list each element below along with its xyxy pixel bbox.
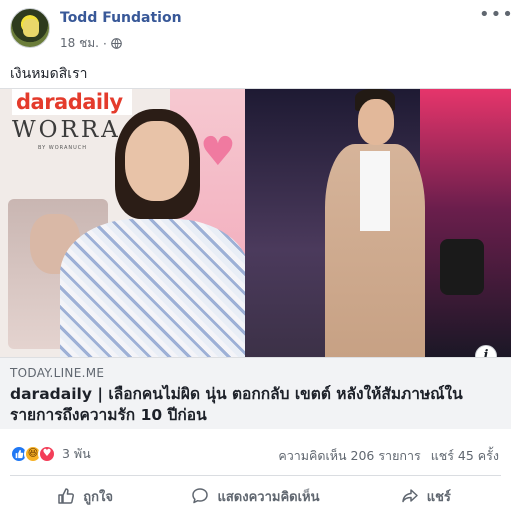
man-figure [320,89,430,357]
link-info-box[interactable]: TODAY.LINE.ME daradaily | เลือกคนไม่ผิด … [0,357,511,429]
backdrop-brand-text: WORRA [12,117,121,143]
link-preview[interactable]: ♥ ❋ daradaily WORRA BY WORANUCH i [0,88,511,429]
backdrop-brand-subtext: BY WORANUCH [38,145,88,151]
author-avatar[interactable] [10,8,50,48]
man-head [358,99,394,145]
link-headline[interactable]: daradaily | เลือกคนไม่ผิด นุ่น ตอกกลับ เ… [10,384,501,426]
link-preview-image[interactable]: ♥ ❋ daradaily WORRA BY WORANUCH [0,89,511,357]
stage-spotlight [440,239,484,295]
share-button-label: แชร์ [426,489,451,505]
reactions-summary[interactable]: 😆 ♥ 3 พัน [10,444,91,464]
like-button[interactable]: ถูกใจ [0,478,170,514]
author-name[interactable]: Todd Fundation [60,10,182,26]
meta-separator: · [102,36,107,51]
actions-divider [10,475,501,476]
love-reaction-icon: ♥ [38,445,56,463]
daradaily-logo: daradaily [12,89,132,115]
woman-head [125,121,189,201]
share-icon [401,489,418,503]
post-time[interactable]: 18 ชม. [60,34,99,53]
more-options-button[interactable]: ••• [479,6,511,28]
share-button[interactable]: แชร์ [341,478,511,514]
comment-button-label: แสดงความคิดเห็น [217,489,320,505]
like-button-label: ถูกใจ [83,489,114,505]
comment-button[interactable]: แสดงความคิดเห็น [170,478,340,514]
avatar-face [23,19,39,37]
engagement-stats: ความคิดเห็น 206 รายการ แชร์ 45 ครั้ง [278,446,499,466]
facebook-post: Todd Fundation 18 ชม. · ••• เงินหมดสิเรา… [0,0,511,517]
stage-lights [420,89,511,357]
share-count[interactable]: แชร์ 45 ครั้ง [431,446,499,466]
thumbs-up-icon [58,488,75,504]
comment-count[interactable]: ความคิดเห็น 206 รายการ [278,446,420,466]
globe-icon[interactable] [110,38,122,49]
comment-icon [192,488,209,504]
man-shirt [360,151,390,231]
woman-figure [60,109,250,357]
link-domain: TODAY.LINE.ME [10,366,105,380]
post-meta: 18 ชม. · [60,34,122,53]
post-status-text: เงินหมดสิเรา [10,66,88,82]
woman-dress [60,219,250,357]
reaction-count[interactable]: 3 พัน [62,444,91,464]
post-actions-bar: ถูกใจ แสดงความคิดเห็น แชร์ [0,478,511,514]
